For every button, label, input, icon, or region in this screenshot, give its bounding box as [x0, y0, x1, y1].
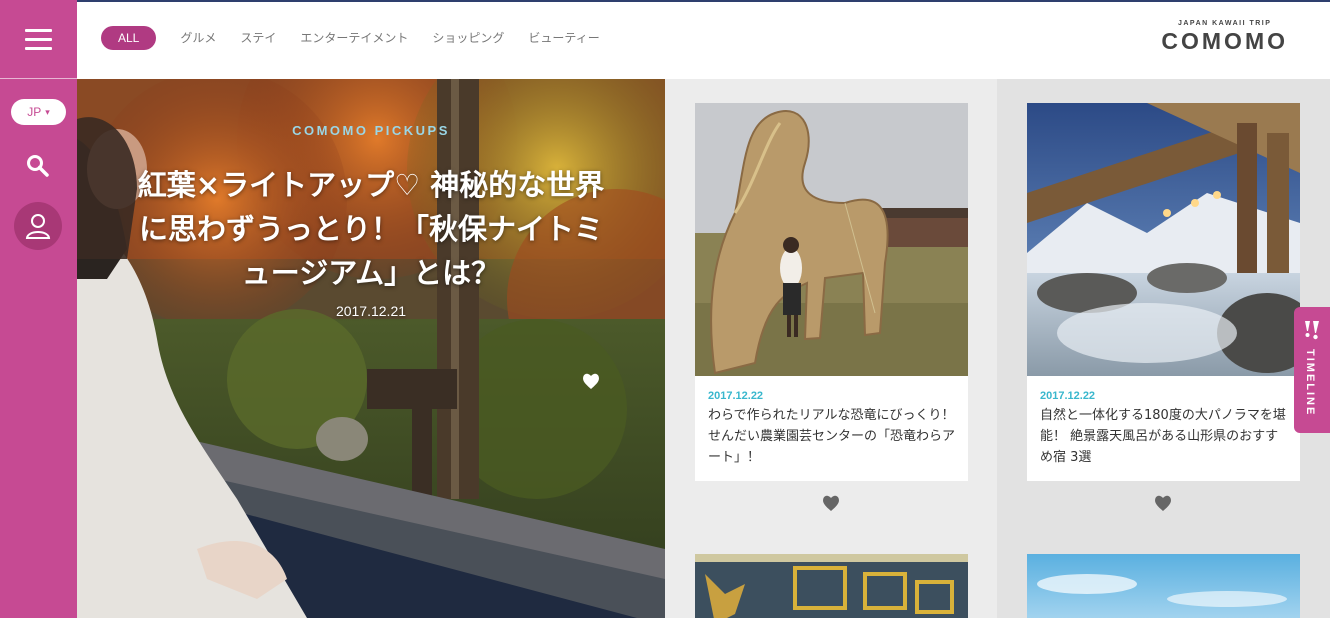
- timeline-icon: [1305, 321, 1319, 340]
- article-title[interactable]: 自然と一体化する180度の大パノラマを堪能！ 絶景露天風呂がある山形県のおすすめ…: [1040, 405, 1290, 468]
- category-stay[interactable]: ステイ: [240, 26, 276, 50]
- category-all[interactable]: ALL: [101, 26, 157, 50]
- pickups-label: COMOMO PICKUPS: [292, 123, 450, 138]
- article-date: 2017.12.22: [1040, 390, 1096, 402]
- chevron-down-icon: ▾: [45, 106, 50, 117]
- user-icon: [25, 214, 51, 239]
- category-beauty[interactable]: ビューティー: [528, 26, 599, 50]
- hero-text: COMOMO PICKUPS 紅葉×ライトアップ♡ 神秘的な世界に思わずうっとり…: [77, 123, 665, 319]
- category-shopping[interactable]: ショッピング: [432, 26, 504, 50]
- language-selector[interactable]: JP ▾: [11, 99, 66, 125]
- sidebar: JP ▾: [0, 0, 77, 618]
- hero-date: 2017.12.21: [335, 303, 407, 319]
- menu-button[interactable]: [0, 0, 77, 79]
- article-thumbnail: [695, 103, 968, 376]
- logo-tagline: JAPAN KAWAII TRIP: [1177, 20, 1272, 27]
- article-column-2: 2017.12.22 自然と一体化する180度の大パノラマを堪能！ 絶景露天風呂…: [997, 79, 1330, 618]
- category-gourmet[interactable]: グルメ: [180, 26, 216, 50]
- heart-icon[interactable]: [1153, 493, 1173, 513]
- category-nav: ALL グルメ ステイ エンターテイメント ショッピング ビューティー: [101, 26, 624, 50]
- language-label: JP: [27, 105, 42, 119]
- article-card-preview[interactable]: [695, 554, 968, 618]
- search-icon: [27, 155, 49, 177]
- user-account-button[interactable]: [14, 202, 62, 250]
- heart-icon[interactable]: [581, 371, 601, 391]
- article-card-preview[interactable]: [1027, 554, 1300, 618]
- timeline-tab[interactable]: TIMELINE: [1294, 307, 1330, 433]
- page: JP ▾ ALL グルメ ステイ エンターテイメント ショッピング ビューティー: [0, 0, 1330, 618]
- article-title[interactable]: わらで作られたリアルな恐竜にびっくり！ せんだい農業園芸センターの「恐竜わらアー…: [708, 405, 958, 468]
- search-button[interactable]: [24, 152, 52, 180]
- hero-title[interactable]: 紅葉×ライトアップ♡ 神秘的な世界に思わずうっとり！「秋保ナイトミュージアム」と…: [136, 163, 606, 295]
- article-thumbnail: [695, 554, 968, 618]
- article-thumbnail: [1027, 103, 1300, 376]
- article-thumbnail: [1027, 554, 1300, 618]
- hero-feature[interactable]: COMOMO PICKUPS 紅葉×ライトアップ♡ 神秘的な世界に思わずうっとり…: [77, 79, 665, 618]
- article-card[interactable]: 2017.12.22 わらで作られたリアルな恐竜にびっくり！ せんだい農業園芸セ…: [695, 103, 968, 481]
- heart-icon[interactable]: [821, 493, 841, 513]
- header: ALL グルメ ステイ エンターテイメント ショッピング ビューティー JAPA…: [77, 0, 1330, 79]
- timeline-label: TIMELINE: [1304, 349, 1316, 417]
- article-date: 2017.12.22: [708, 390, 764, 402]
- category-entertainment[interactable]: エンターテイメント: [300, 26, 408, 50]
- article-column-1: 2017.12.22 わらで作られたリアルな恐竜にびっくり！ せんだい農業園芸セ…: [665, 79, 997, 618]
- onsen-bath-image: [1027, 103, 1300, 376]
- menu-icon: [25, 28, 52, 50]
- logo-wordmark: COMOMO: [1161, 28, 1288, 54]
- article-card[interactable]: 2017.12.22 自然と一体化する180度の大パノラマを堪能！ 絶景露天風呂…: [1027, 103, 1300, 481]
- dinosaur-straw-art-image: [695, 103, 968, 376]
- site-logo[interactable]: JAPAN KAWAII TRIP COMOMO: [1161, 20, 1288, 55]
